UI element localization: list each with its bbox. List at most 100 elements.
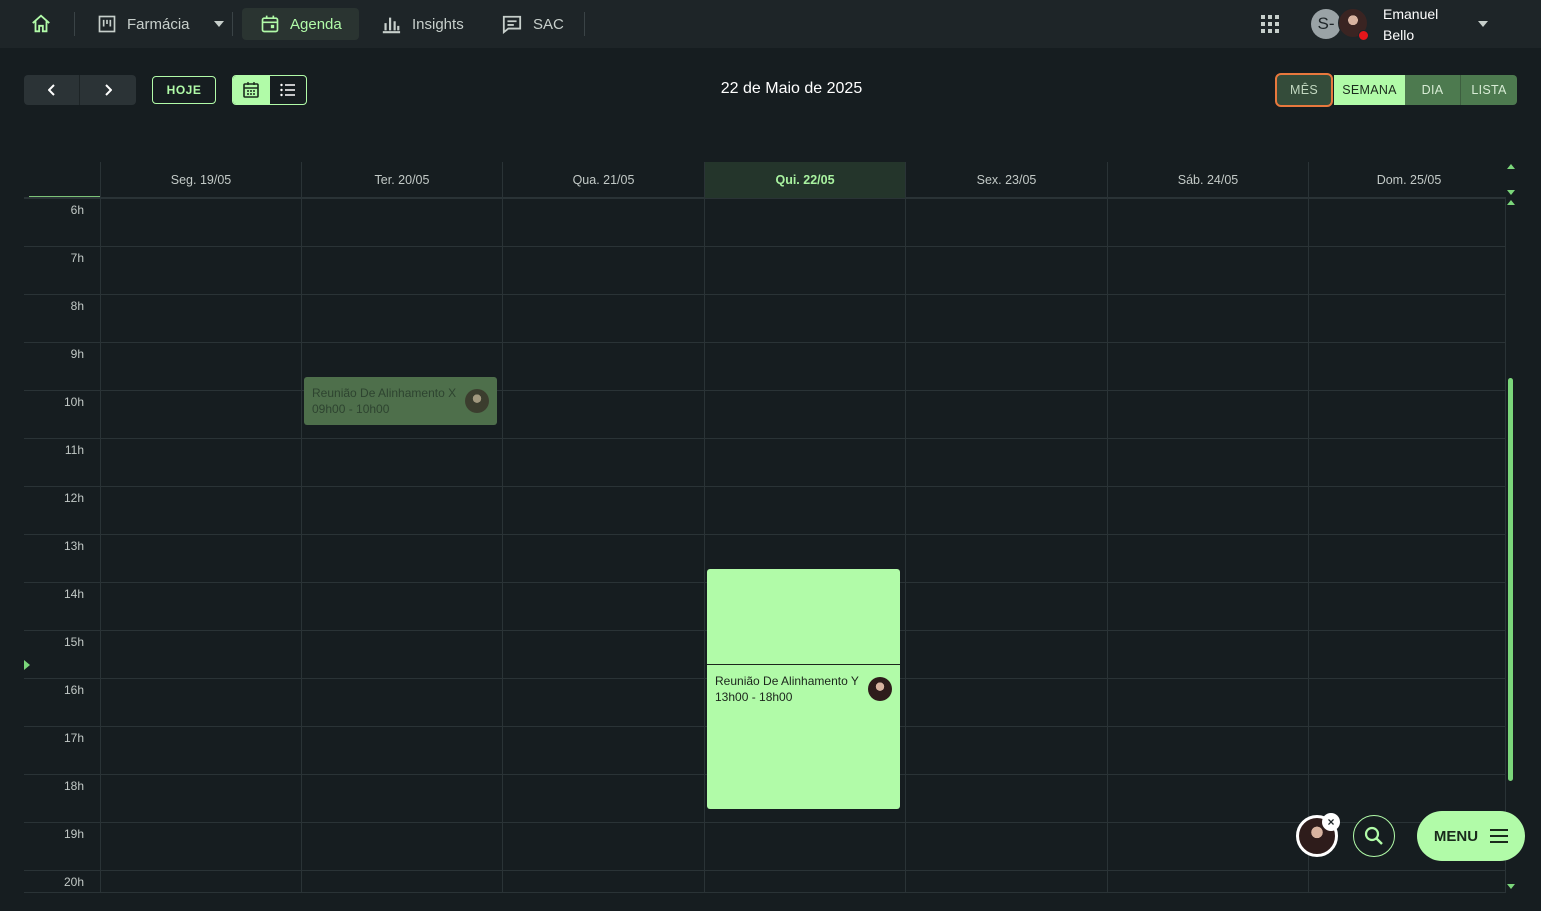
hour-row: 10h [24,390,1506,438]
caret-down-icon [213,21,224,27]
column-divider [1505,198,1506,893]
event-time: 09h00 - 10h00 [312,402,390,416]
close-icon[interactable]: × [1322,813,1340,831]
column-divider [100,198,101,893]
status-indicator [1358,30,1369,41]
hour-row: 11h [24,438,1506,486]
hour-label: 14h [63,587,84,601]
hour-label: 17h [63,731,84,745]
day-header: Qua. 21/05 [502,162,704,198]
day-header: Seg. 19/05 [100,162,301,198]
column-divider [301,198,302,893]
week-calendar: Seg. 19/05 Ter. 20/05 Qua. 21/05 Qui. 22… [24,162,1517,893]
scroll-up-arrow-icon[interactable] [1507,200,1515,205]
menu-label: MENU [1433,827,1479,845]
column-divider [905,198,906,893]
calendar-event[interactable]: Reunião De Alinhamento Y 13h00 - 18h00 [707,569,900,809]
user-menu-caret-icon[interactable] [1478,8,1488,40]
view-day-button[interactable]: DIA [1405,75,1461,105]
nav-insights-label: Insights [412,15,464,33]
bar-chart-icon [382,17,401,34]
nav-item-insights[interactable]: Insights [380,8,464,40]
view-week-button[interactable]: SEMANA [1334,75,1405,105]
hour-label: 6h [70,203,84,217]
day-header: Ter. 20/05 [301,162,502,198]
layout-toggle [232,75,307,105]
scroll-down-arrow-icon[interactable] [1507,884,1515,889]
hour-label: 15h [63,635,84,649]
event-title: Reunião De Alinhamento X [312,386,457,400]
apps-grid-icon[interactable] [1261,8,1279,40]
day-header: Sáb. 24/05 [1107,162,1308,198]
event-details: Reunião De Alinhamento Y 13h00 - 18h00 [715,673,865,705]
nav-item-sac[interactable]: SAC [501,8,564,40]
view-month-button[interactable]: MÊS [1275,73,1333,107]
hour-row: 9h [24,342,1506,390]
current-time-indicator [24,660,30,670]
column-divider [502,198,503,893]
hour-row: 8h [24,294,1506,342]
store-avatar-initial: S- [1317,14,1335,33]
user-name[interactable]: Emanuel Bello [1383,4,1463,46]
scroll-down-arrow-icon[interactable] [1507,190,1515,195]
top-navigation-bar: Farmácia Agenda Insights SAC S- Emanuel … [0,0,1541,48]
hour-label: 13h [63,539,84,553]
home-icon[interactable] [30,8,52,40]
hour-label: 9h [70,347,84,361]
pharmacy-board-icon [98,15,116,33]
search-icon [1364,826,1383,845]
previous-button[interactable] [24,75,80,105]
nav-item-agenda[interactable]: Agenda [242,8,359,40]
time-gutter-indicator [29,196,101,197]
column-divider [1308,198,1309,893]
hamburger-icon [1490,829,1509,843]
list-icon [280,83,295,97]
search-button[interactable] [1353,815,1395,857]
store-avatar[interactable]: S- [1311,9,1341,39]
event-title: Reunião De Alinhamento Y [715,674,859,688]
hour-row: 20h [24,870,1506,893]
nav-divider [584,12,585,36]
menu-button[interactable]: MENU [1417,811,1525,861]
hour-row: 19h [24,822,1506,870]
nav-divider [74,12,75,36]
nav-agenda-label: Agenda [290,15,342,33]
day-header-today: Qui. 22/05 [704,162,905,198]
hour-label: 16h [63,683,84,697]
period-navigation [24,75,136,105]
nav-item-pharmacy[interactable]: Farmácia [97,8,224,40]
hour-label: 19h [63,827,84,841]
hour-row: 6h [24,198,1506,246]
event-time: 13h00 - 18h00 [715,690,793,704]
chat-icon [502,15,522,34]
event-participant-avatar [465,389,489,413]
time-grid[interactable]: 6h 7h 8h 9h 10h 11h 12h 13h 14h 15h 16h … [24,198,1506,893]
column-divider [704,198,705,893]
vertical-scrollbar-thumb[interactable] [1508,378,1513,781]
hour-label: 12h [63,491,84,505]
hour-label: 10h [63,395,84,409]
view-list-button[interactable]: LISTA [1461,75,1517,105]
day-header: Dom. 25/05 [1308,162,1509,198]
hour-label: 7h [70,251,84,265]
hour-label: 20h [63,875,84,889]
today-button[interactable]: HOJE [152,76,216,104]
calendar-view-button[interactable] [233,76,270,104]
list-view-button[interactable] [270,76,307,104]
nav-pharmacy-label: Farmácia [127,15,190,33]
column-divider [1107,198,1108,893]
current-date-title: 22 de Maio de 2025 [720,80,863,97]
calendar-icon [261,15,279,33]
calendar-event[interactable]: Reunião De Alinhamento X 09h00 - 10h00 [304,377,497,425]
scroll-up-arrow-icon[interactable] [1507,164,1515,169]
hour-row: 7h [24,246,1506,294]
hour-label: 11h [64,443,84,457]
hour-label: 8h [70,299,84,313]
chevron-right-icon [105,84,112,96]
hour-row: 12h [24,486,1506,534]
event-divider [707,664,900,665]
day-header-row: Seg. 19/05 Ter. 20/05 Qua. 21/05 Qui. 22… [24,162,1506,198]
calendar-grid-icon [243,82,260,98]
hour-label: 18h [63,779,84,793]
next-button[interactable] [80,75,136,105]
